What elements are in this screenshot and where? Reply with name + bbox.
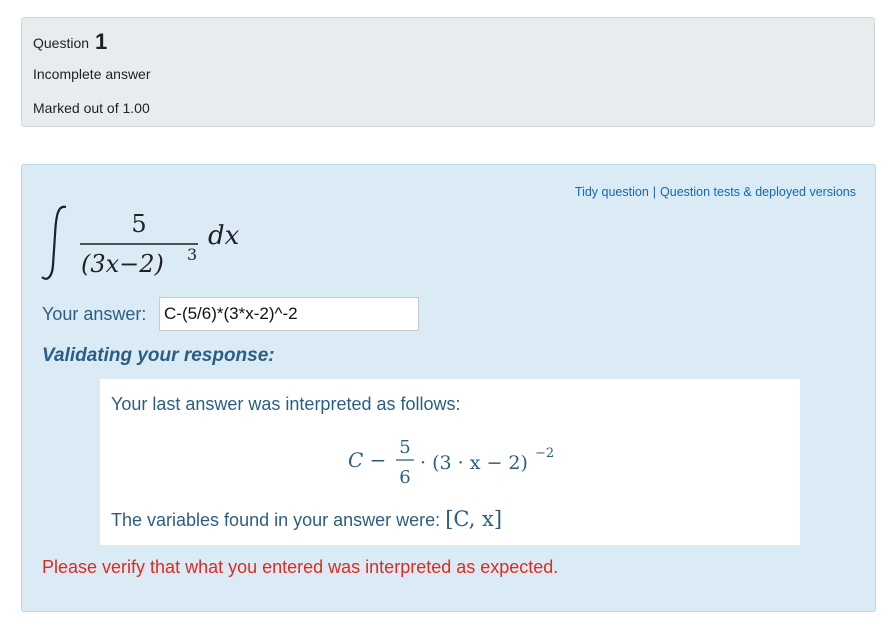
question-state: Incomplete answer [33,66,151,82]
variables-text: The variables found in your answer were: [111,510,441,530]
question-formulation: Tidy question | Question tests & deployed … [21,164,876,612]
interpreted-body: · (3 · x − 2) [420,452,528,474]
question-number-value: 1 [94,29,108,54]
validation-warning: Please verify that what you entered was … [42,557,559,577]
interpreted-denominator: 6 [399,467,410,488]
question-info-panel: Question 1 Incomplete answer Marked out … [21,17,875,127]
interpreted-lead: C − [348,448,386,472]
interpreted-math: C − 5 6 · (3 · x − 2) −2 [348,437,554,488]
answer-label: Your answer: [42,304,147,324]
question-label: Question [33,35,90,51]
tidy-question-link[interactable]: Tidy question [575,185,649,199]
question-tests-link[interactable]: Question tests & deployed versions [660,185,856,199]
question-integral-math: 5 (3x−2) 3 dx [41,205,240,280]
answer-input[interactable] [159,297,419,331]
integrand-numerator: 5 [131,210,146,238]
integrand-denominator: (3x−2) [81,250,164,278]
question-grade: Marked out of 1.00 [33,100,150,116]
integrand-exponent: 3 [187,245,197,264]
link-separator: | [652,185,657,199]
validation-heading: Validating your response: [42,345,275,366]
interpreted-numerator: 5 [399,437,410,458]
differential: dx [208,221,240,251]
interpreted-exponent: −2 [535,446,554,461]
variables-math: [C, x] [445,507,503,531]
integral-sign-icon [41,205,67,280]
question-number: Question 1 [33,29,107,55]
interpreted-text: Your last answer was interpreted as foll… [111,394,461,414]
question-links: Tidy question | Question tests & deployed … [575,185,856,199]
variables-line: The variables found in your answer were:… [111,507,502,531]
validation-feedback: Your last answer was interpreted as foll… [100,379,800,545]
